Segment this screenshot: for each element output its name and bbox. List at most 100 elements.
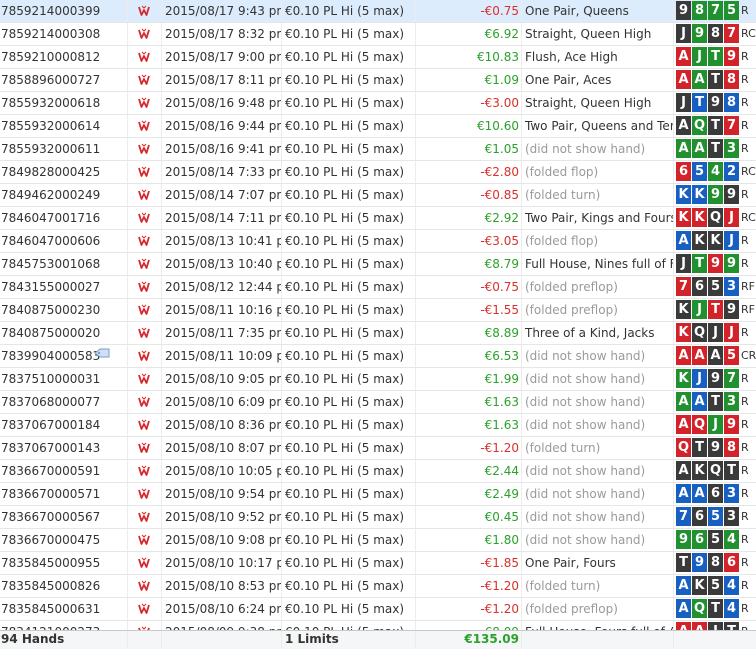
- hand-row[interactable]: 7835845000826 2015/08/10 8:53 pm €0.10 PL …: [0, 575, 756, 598]
- hand-row[interactable]: 7859210000812 2015/08/17 9:00 pm €0.10 PL …: [0, 46, 756, 69]
- hand-row[interactable]: 7849462000249 2015/08/14 7:07 pm €0.10 PL …: [0, 184, 756, 207]
- hole-cards: QT98R: [674, 437, 756, 459]
- hand-row[interactable]: 7846047000606 2015/08/13 10:41 pm€0.10 PL…: [0, 230, 756, 253]
- card: 8: [692, 1, 707, 20]
- hand-row[interactable]: 7835845000631 2015/08/10 6:24 pm €0.10 PL …: [0, 598, 756, 621]
- hand-row[interactable]: 78399040005832015/08/11 10:09 pm€0.10 PL…: [0, 345, 756, 368]
- card: J: [676, 254, 691, 273]
- hand-row[interactable]: 7845753001068 2015/08/13 10:40 pm€0.10 PL…: [0, 253, 756, 276]
- card: K: [692, 461, 707, 480]
- hand-limit: €0.10 PL Hi (5 max): [282, 23, 416, 45]
- hand-row[interactable]: 7837067000184 2015/08/10 8:36 pm €0.10 PL …: [0, 414, 756, 437]
- hand-amount: €10.83: [416, 46, 522, 68]
- card: K: [692, 231, 707, 250]
- winamax-w-icon: [138, 28, 150, 39]
- card: Q: [692, 415, 707, 434]
- site-cell: [128, 414, 162, 436]
- action-code: R: [741, 142, 749, 155]
- hole-cards: AJT9R: [674, 46, 756, 68]
- hand-id: 7859214000399: [0, 0, 128, 22]
- winamax-w-icon: [138, 74, 150, 85]
- action-code: R: [741, 372, 749, 385]
- hand-row[interactable]: 7837510000031 2015/08/10 9:05 pm €0.10 PL …: [0, 368, 756, 391]
- note-tag-icon[interactable]: [94, 348, 110, 365]
- hand-row[interactable]: 7840875000230 2015/08/11 10:16 pm€0.10 PL…: [0, 299, 756, 322]
- hole-cards: AAT3R: [674, 391, 756, 413]
- card: 3: [724, 277, 739, 296]
- winamax-w-icon: [138, 258, 150, 269]
- hand-amount: €2.92: [416, 207, 522, 229]
- card: T: [692, 254, 707, 273]
- hand-limit: €0.10 PL Hi (5 max): [282, 552, 416, 574]
- card: K: [676, 300, 691, 319]
- hand-row[interactable]: 7843155000027 2015/08/12 12:44 pm€0.10 PL…: [0, 276, 756, 299]
- hand-row[interactable]: 7840875000020 2015/08/11 7:35 pm €0.10 PL …: [0, 322, 756, 345]
- hand-row[interactable]: 7836670000567 2015/08/10 9:52 pm €0.10 PL …: [0, 506, 756, 529]
- winamax-w-icon: [138, 396, 150, 407]
- card: J: [692, 300, 707, 319]
- winamax-w-icon: [138, 189, 150, 200]
- hand-row[interactable]: 7846047001716 2015/08/14 7:11 pm €0.10 PL …: [0, 207, 756, 230]
- action-code: CR: [741, 349, 756, 362]
- hand-id: 7835845000826: [0, 575, 128, 597]
- hand-amount: €6.53: [416, 345, 522, 367]
- hand-result: (folded preflop): [522, 276, 674, 298]
- winamax-w-icon: [138, 373, 150, 384]
- action-code: R: [741, 326, 749, 339]
- card: T: [692, 93, 707, 112]
- site-cell: [128, 437, 162, 459]
- hand-row[interactable]: 7859214000308 2015/08/17 8:32 pm €0.10 PL …: [0, 23, 756, 46]
- hand-amount: €0.45: [416, 506, 522, 528]
- hand-result: (did not show hand): [522, 345, 674, 367]
- hand-limit: €0.10 PL Hi (5 max): [282, 161, 416, 183]
- winamax-w-icon: [138, 419, 150, 430]
- hand-limit: €0.10 PL Hi (5 max): [282, 437, 416, 459]
- hand-result: Full House, Nines full of Fours: [522, 253, 674, 275]
- hand-amount: €8.89: [416, 322, 522, 344]
- hand-row[interactable]: 7836670000571 2015/08/10 9:54 pm €0.10 PL …: [0, 483, 756, 506]
- hole-cards: K J T 9 RF: [674, 299, 756, 321]
- winamax-w-icon: [138, 557, 150, 568]
- card: 9: [724, 300, 739, 319]
- hand-row[interactable]: 7855932000611 2015/08/16 9:41 pm €0.10 PL …: [0, 138, 756, 161]
- card: 5: [708, 576, 723, 595]
- hole-cards: 6 5 4 2 RC: [674, 161, 756, 183]
- winamax-w-icon: [138, 488, 150, 499]
- card: K: [676, 208, 691, 227]
- hand-row[interactable]: 7855932000614 2015/08/16 9:44 pm €0.10 PL …: [0, 115, 756, 138]
- card: J: [692, 369, 707, 388]
- hand-id: 7840875000020: [0, 322, 128, 344]
- footer-spacer-result: [522, 631, 674, 648]
- hand-date: 2015/08/17 9:43 pm: [162, 0, 282, 22]
- hand-row[interactable]: 7837068000077 2015/08/10 6:09 pm €0.10 PL …: [0, 391, 756, 414]
- hand-row[interactable]: 7849828000425 2015/08/14 7:33 pm €0.10 PL …: [0, 161, 756, 184]
- card: 6: [692, 277, 707, 296]
- hand-row[interactable]: 7835845000955 2015/08/10 10:17 pm€0.10 PL…: [0, 552, 756, 575]
- card: A: [676, 231, 691, 250]
- hand-row[interactable]: 7859214000399 2015/08/17 9:43 pm €0.10 PL …: [0, 0, 756, 23]
- hand-row[interactable]: 7855932000618 2015/08/16 9:48 pm €0.10 PL …: [0, 92, 756, 115]
- hand-limit: €0.10 PL Hi (5 max): [282, 115, 416, 137]
- hand-result: One Pair, Queens: [522, 0, 674, 22]
- hand-row[interactable]: 7858896000727 2015/08/17 8:11 pm €0.10 PL …: [0, 69, 756, 92]
- hand-id: 7837068000077: [0, 391, 128, 413]
- hand-limit: €0.10 PL Hi (5 max): [282, 414, 416, 436]
- card: Q: [692, 323, 707, 342]
- hand-id: 7837510000031: [0, 368, 128, 390]
- hand-row[interactable]: 7837067000143 2015/08/10 8:07 pm €0.10 PL …: [0, 437, 756, 460]
- card: 3: [724, 507, 739, 526]
- hand-row[interactable]: 7836670000591 2015/08/10 10:05 pm€0.10 PL…: [0, 460, 756, 483]
- card: 5: [692, 162, 707, 181]
- hand-amount: €1.05: [416, 138, 522, 160]
- hand-result: (did not show hand): [522, 529, 674, 551]
- winamax-w-icon: [138, 143, 150, 154]
- hole-cards: A A A 5 CR: [674, 345, 756, 367]
- hand-id: 7846047001716: [0, 207, 128, 229]
- action-code: R: [741, 533, 749, 546]
- hand-row[interactable]: 7836670000475 2015/08/10 9:08 pm €0.10 PL …: [0, 529, 756, 552]
- hand-amount: -€1.20: [416, 575, 522, 597]
- action-code: R: [741, 119, 749, 132]
- card: 7: [724, 24, 739, 43]
- action-code: R: [741, 579, 749, 592]
- action-code: R: [741, 441, 749, 454]
